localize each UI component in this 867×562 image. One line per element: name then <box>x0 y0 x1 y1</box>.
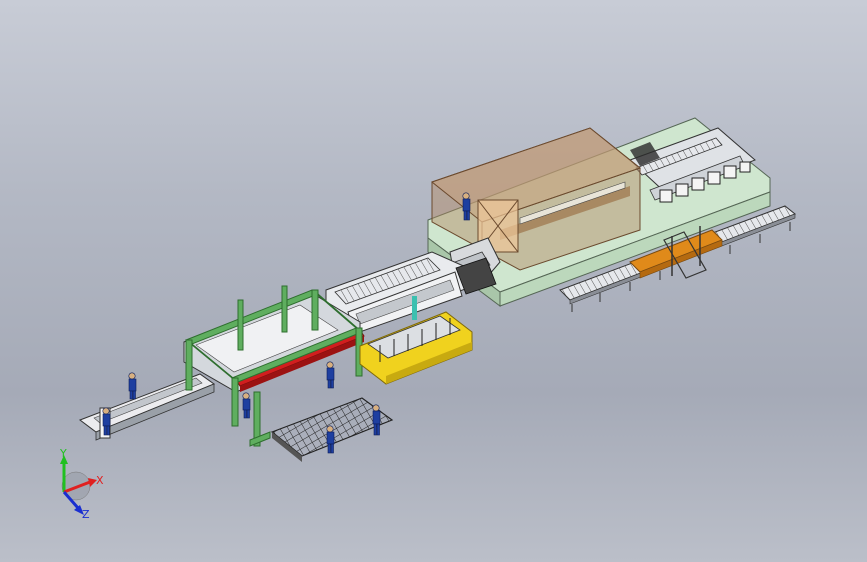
x-axis-label: X <box>96 474 104 487</box>
coordinate-triad[interactable]: Y X Z <box>59 447 104 521</box>
operator-figure <box>326 361 335 389</box>
left-infeed-conveyor <box>78 373 216 441</box>
operator-figure <box>326 425 335 454</box>
y-axis-label: Y <box>59 447 67 460</box>
operator-figure <box>242 392 251 419</box>
cad-viewport[interactable]: Y X Z <box>0 0 867 562</box>
operator-figure <box>128 372 137 400</box>
operator-figure <box>372 404 381 436</box>
z-axis-label: Z <box>82 508 90 521</box>
operator-figure <box>462 192 471 221</box>
operator-figure <box>102 407 111 436</box>
